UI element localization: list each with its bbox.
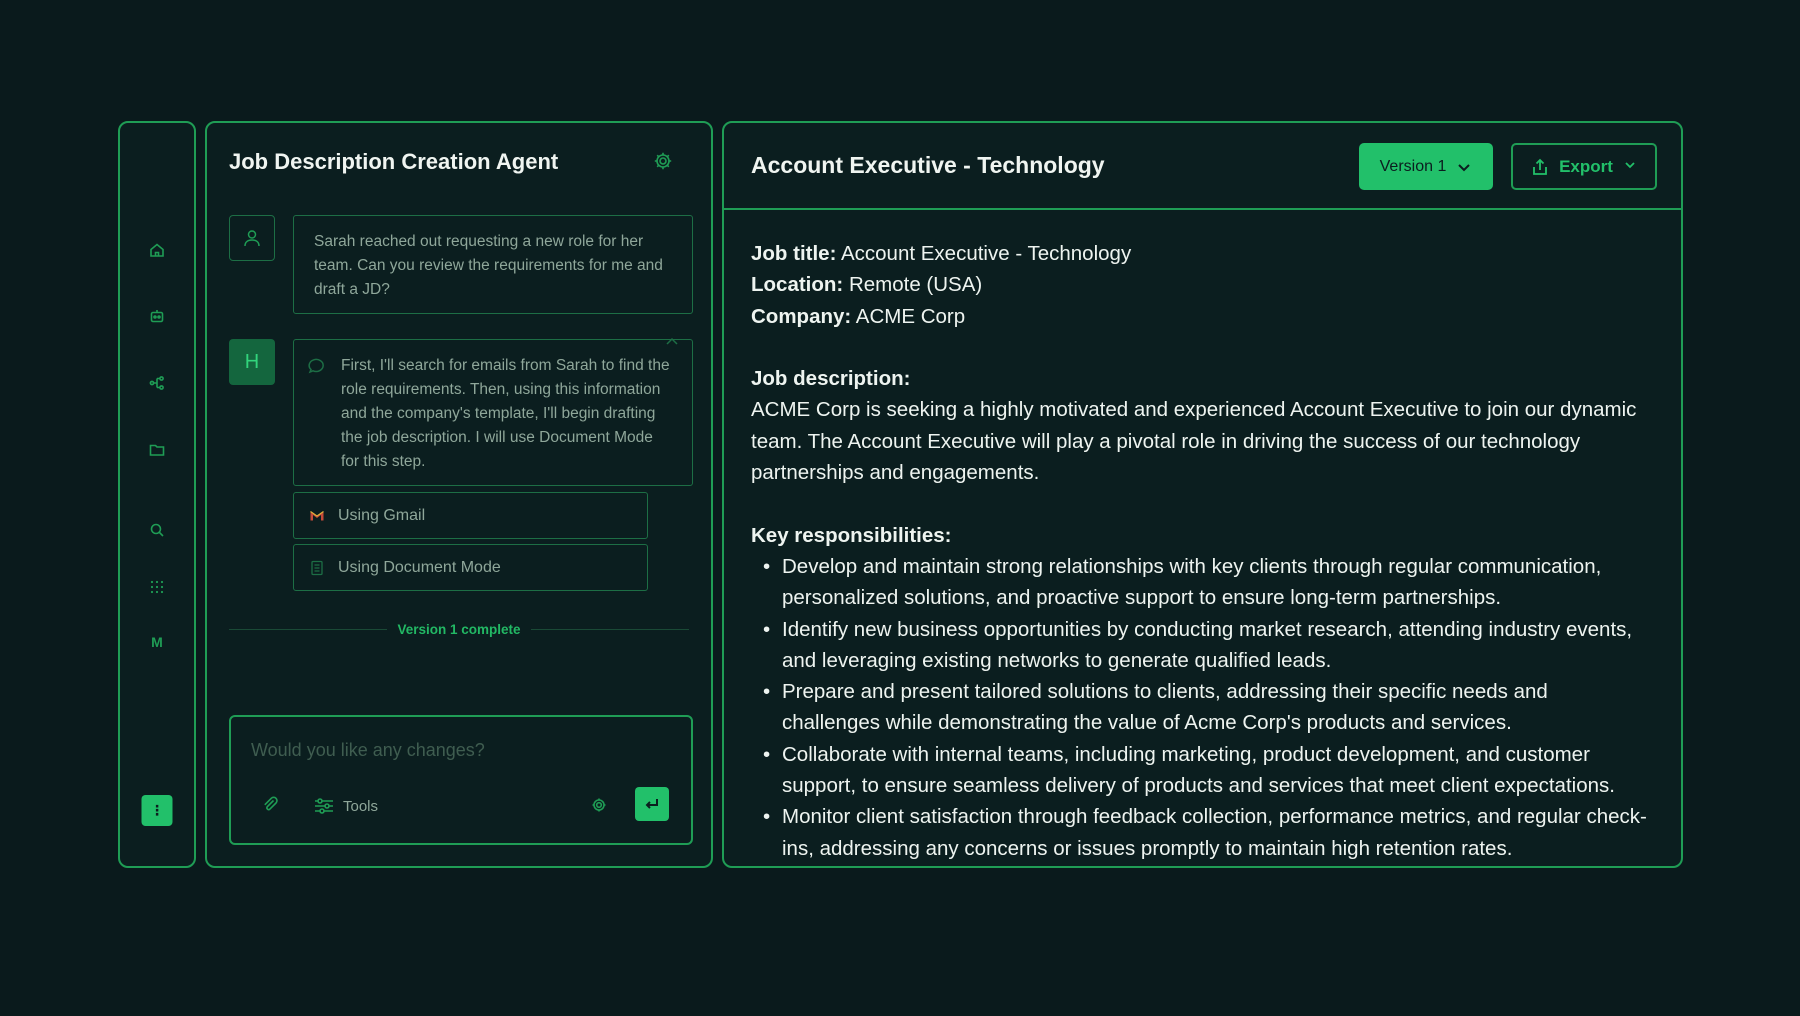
settings-gear-icon[interactable] bbox=[653, 151, 675, 173]
chat-title: Job Description Creation Agent bbox=[229, 149, 559, 174]
version-dropdown[interactable]: Version 1 bbox=[1359, 143, 1493, 190]
paperclip-icon[interactable] bbox=[261, 795, 283, 817]
field-location: Location: Remote (USA) bbox=[751, 273, 983, 297]
tools-label: Tools bbox=[343, 797, 379, 815]
export-label: Export bbox=[1559, 156, 1613, 176]
document-header: Account Executive - Technology Version 1… bbox=[724, 123, 1681, 210]
share-icon bbox=[1533, 158, 1547, 175]
tool-step-gmail[interactable]: Using Gmail bbox=[293, 492, 648, 539]
export-button[interactable]: Export bbox=[1511, 143, 1657, 190]
chevron-down-icon bbox=[1458, 163, 1471, 171]
list-item: Prepare and present tailored solutions t… bbox=[751, 676, 1651, 739]
composer-settings-icon[interactable] bbox=[591, 797, 609, 815]
version-label: Version 1 bbox=[1379, 157, 1447, 175]
responsibilities-heading: Key responsibilities: bbox=[751, 523, 952, 547]
search-icon[interactable] bbox=[146, 519, 168, 541]
rail-item-m[interactable]: M bbox=[146, 631, 168, 653]
version-status-divider: Version 1 complete bbox=[229, 622, 689, 637]
more-menu-button[interactable]: ⋮ bbox=[141, 795, 173, 826]
user-icon bbox=[244, 230, 260, 247]
folder-icon[interactable] bbox=[146, 439, 168, 461]
tool-step-document-mode[interactable]: Using Document Mode bbox=[293, 544, 648, 591]
agent-chat-panel: Job Description Creation Agent Sarah rea… bbox=[205, 121, 713, 868]
sliders-icon bbox=[315, 798, 333, 814]
message-input[interactable] bbox=[251, 735, 671, 765]
version-status-label: Version 1 complete bbox=[397, 622, 521, 637]
send-button[interactable] bbox=[635, 787, 669, 821]
divider-line bbox=[229, 628, 388, 631]
document-title: Account Executive - Technology bbox=[751, 152, 1105, 178]
description-text: ACME Corp is seeking a highly motivated … bbox=[751, 398, 1637, 485]
list-item: Monitor client satisfaction through feed… bbox=[751, 801, 1651, 864]
field-company: Company: ACME Corp bbox=[751, 304, 966, 328]
message-composer: Tools bbox=[229, 715, 693, 845]
document-panel: Account Executive - Technology Version 1… bbox=[722, 121, 1683, 868]
chevron-up-icon[interactable] bbox=[664, 334, 680, 350]
apps-grid-icon[interactable] bbox=[146, 576, 168, 598]
tool-step-label: Using Gmail bbox=[338, 506, 426, 524]
gmail-icon bbox=[308, 508, 326, 524]
chevron-down-icon bbox=[1623, 157, 1637, 177]
user-message: Sarah reached out requesting a new role … bbox=[293, 215, 693, 314]
list-item: Collaborate with internal teams, includi… bbox=[751, 739, 1651, 802]
user-avatar bbox=[229, 215, 275, 261]
tool-step-label: Using Document Mode bbox=[338, 558, 501, 576]
chat-bubble-icon bbox=[308, 356, 326, 374]
document-body: Job title: Account Executive - Technolog… bbox=[751, 238, 1651, 864]
field-job-title: Job title: Account Executive - Technolog… bbox=[751, 242, 1132, 265]
description-heading: Job description: bbox=[751, 367, 911, 391]
navigation-rail: M ⋮ bbox=[118, 121, 196, 868]
list-item: Develop and maintain strong relationship… bbox=[751, 551, 1651, 614]
document-icon bbox=[308, 560, 326, 576]
enter-arrow-icon bbox=[645, 799, 658, 809]
tools-button[interactable]: Tools bbox=[313, 793, 378, 819]
robot-icon[interactable] bbox=[146, 305, 168, 327]
workflow-icon[interactable] bbox=[146, 372, 168, 394]
home-icon[interactable] bbox=[146, 239, 168, 261]
list-item: Identify new business opportunities by c… bbox=[751, 614, 1651, 677]
agent-avatar: H bbox=[229, 339, 275, 385]
responsibilities-list: Develop and maintain strong relationship… bbox=[751, 551, 1651, 864]
agent-message-text: First, I'll search for emails from Sarah… bbox=[341, 357, 670, 470]
agent-message: First, I'll search for emails from Sarah… bbox=[293, 337, 693, 486]
divider-line bbox=[530, 628, 689, 631]
